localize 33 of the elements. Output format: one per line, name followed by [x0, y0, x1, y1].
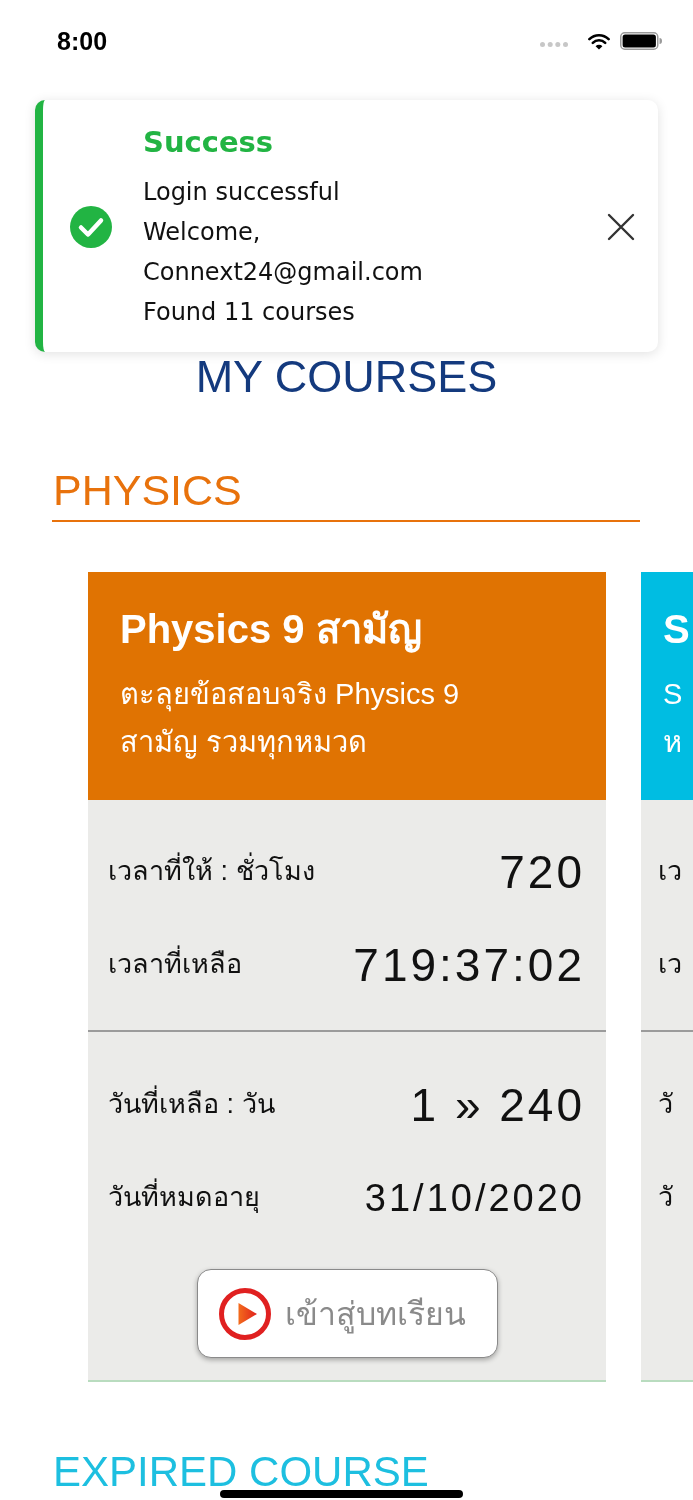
row-label: วันที่เหลือ : วัน	[108, 1084, 275, 1125]
course-title: Physics 9 สามัญ	[120, 606, 423, 653]
row-value: 720	[499, 848, 585, 895]
close-button[interactable]	[607, 213, 635, 241]
battery-icon	[620, 32, 662, 50]
row-value: 31/10/2020	[364, 1178, 585, 1217]
toast-title: Success	[143, 124, 275, 161]
play-icon	[218, 1287, 271, 1340]
row-label: วั	[658, 1181, 673, 1215]
row-label: เว	[658, 948, 682, 982]
toast-message: Welcome,	[143, 217, 262, 248]
row-value: 719:37:02	[353, 941, 585, 988]
row-label: วั	[658, 1088, 673, 1122]
toast-message: Login successful	[143, 177, 341, 208]
section-title: EXPIRED COURSE	[53, 1451, 429, 1493]
enter-lesson-button[interactable]: เข้าสู่บทเรียน	[196, 1269, 498, 1358]
page-title: MY COURSES	[194, 354, 499, 399]
signal-icon	[540, 41, 568, 47]
row-label: เว	[658, 855, 682, 889]
row-value: 1 » 240	[410, 1081, 585, 1128]
course-title: S	[663, 606, 691, 653]
status-time: 8:00	[57, 26, 108, 56]
close-icon	[607, 213, 635, 241]
check-icon	[70, 206, 112, 248]
row-label: เวลาที่เหลือ	[108, 944, 242, 985]
row-label: เวลาที่ให้ : ชั่วโมง	[108, 851, 315, 892]
wifi-icon	[588, 32, 610, 50]
section-title: PHYSICS	[53, 469, 242, 512]
toast-message: Found 11 courses	[143, 297, 356, 328]
course-subtitle: S ห	[663, 677, 684, 760]
course-subtitle: ตะลุยข้อสอบจริง Physics 9 สามัญ รวมทุกหมวด	[120, 677, 461, 762]
toast-message: Connext24@gmail.com	[143, 257, 424, 288]
row-label: วันที่หมดอายุ	[108, 1177, 260, 1218]
